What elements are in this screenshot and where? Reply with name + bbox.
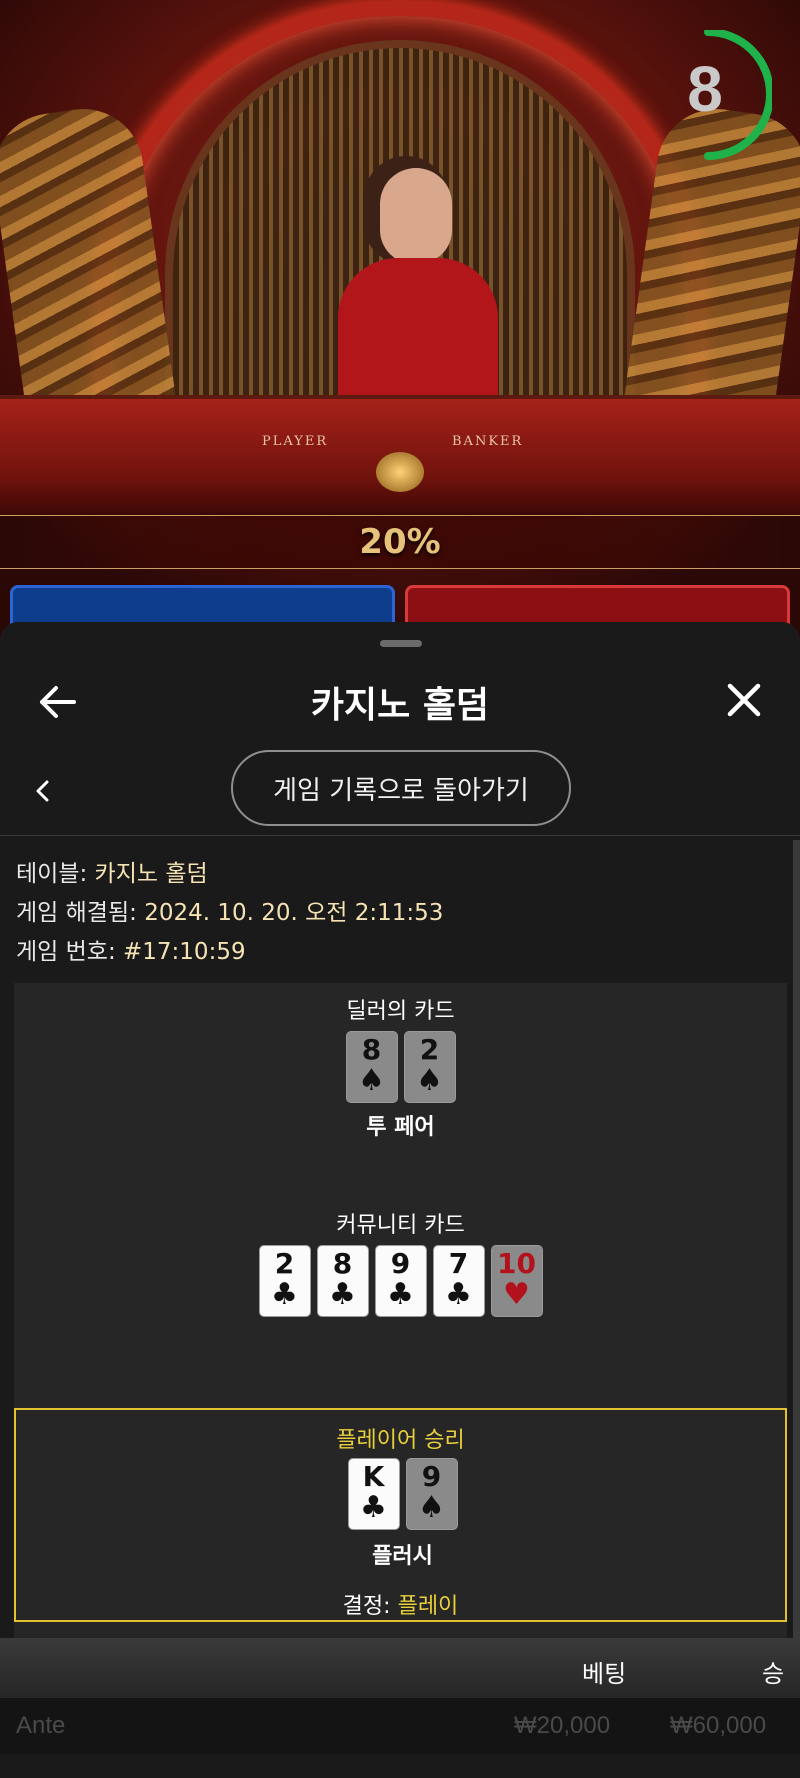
back-to-history-button[interactable]: 게임 기록으로 돌아가기 (231, 750, 571, 826)
game-history-sheet: 카지노 홀덤 게임 기록으로 돌아가기 테이블: 카지노 홀덤 게임 해결됨: … (0, 622, 800, 1778)
table-value: 카지노 홀덤 (94, 861, 208, 887)
playing-card: 9 ♣ (374, 1245, 427, 1317)
table-label: 테이블: (16, 861, 88, 887)
dealer-cards-title: 딜러의 카드 (346, 999, 455, 1024)
card-suit-icon: ♣ (271, 1277, 298, 1312)
sheet-header: 카지노 홀덤 (0, 662, 800, 742)
dealer-head (380, 168, 452, 264)
card-suit-icon: ♠ (416, 1063, 443, 1098)
multiplier-value: 20% (359, 522, 441, 562)
playing-card: 2 ♠ (403, 1031, 456, 1103)
felt-label-player: PLAYER (262, 434, 329, 449)
game-number-value: #17:10:59 (123, 939, 246, 965)
win-column-header: 승 (762, 1660, 785, 1688)
resolved-value: 2024. 10. 20. 오전 2:11:53 (144, 900, 444, 926)
card-suit-icon: ♣ (360, 1490, 387, 1525)
card-rank: 8 (332, 1247, 353, 1280)
bets-table-header: 베팅 승 (0, 1638, 800, 1698)
card-suit-icon: ♣ (387, 1277, 414, 1312)
chevron-left-icon[interactable] (28, 776, 58, 806)
bet-name: Ante (16, 1712, 66, 1739)
playing-card: 8 ♠ (345, 1031, 398, 1103)
playing-card: 2 ♣ (258, 1245, 311, 1317)
live-video-stream: PLAYER BANKER 20% 8 (0, 0, 800, 640)
dealer-hand-label: 투 페어 (366, 1115, 435, 1140)
decision-label: 결정: (342, 1594, 391, 1619)
table-row: Ante ₩20,000 ₩60,000 (0, 1698, 800, 1754)
win-amount: ₩60,000 (670, 1712, 767, 1739)
playing-card: 7 ♣ (432, 1245, 485, 1317)
timer-value: 8 (687, 53, 723, 125)
playing-card: 9 ♠ (405, 1458, 458, 1530)
card-suit-icon: ♠ (418, 1490, 445, 1525)
bet-amount: ₩20,000 (514, 1712, 611, 1739)
card-suit-icon: ♣ (329, 1277, 356, 1312)
card-suit-icon: ♥ (503, 1277, 530, 1312)
page-title: 카지노 홀덤 (310, 685, 490, 726)
game-number-info: 게임 번호: #17:10:59 (16, 932, 246, 966)
round-result-panel: 딜러의 카드 8 ♠ 2 ♠ 투 페어 커뮤니티 카드 2 ♣ 8 ♣ 9 ♣ 7 ♣ 10 ♥ 플레이… (14, 983, 787, 1693)
decision-row: 결정: 플레이 (16, 1588, 785, 1620)
resolved-info: 게임 해결됨: 2024. 10. 20. 오전 2:11:53 (16, 893, 443, 927)
decision-value: 플레이 (397, 1594, 459, 1619)
card-rank: 2 (274, 1247, 295, 1280)
table-ornament (376, 452, 424, 492)
player-cards: K ♣ 9 ♠ (16, 1458, 789, 1530)
player-hand-label: 플러시 (372, 1544, 433, 1569)
resolved-label: 게임 해결됨: (16, 900, 137, 926)
card-suit-icon: ♠ (358, 1063, 385, 1098)
multiplier-banner: 20% (0, 515, 800, 569)
bet-column-header: 베팅 (582, 1660, 627, 1688)
scrollbar[interactable] (793, 840, 800, 1700)
table-info: 테이블: 카지노 홀덤 (16, 854, 208, 888)
card-rank: 7 (448, 1247, 469, 1280)
card-rank: 10 (497, 1247, 536, 1280)
game-number-label: 게임 번호: (16, 939, 116, 965)
community-cards-title: 커뮤니티 카드 (336, 1213, 465, 1238)
felt-label-banker: BANKER (452, 434, 524, 449)
card-rank: 9 (421, 1460, 442, 1493)
card-rank: K (362, 1460, 385, 1493)
card-suit-icon: ♣ (445, 1277, 472, 1312)
card-rank: 8 (361, 1033, 382, 1066)
community-cards: 2 ♣ 8 ♣ 9 ♣ 7 ♣ 10 ♥ (14, 1245, 787, 1317)
card-rank: 9 (390, 1247, 411, 1280)
playing-card: 10 ♥ (490, 1245, 543, 1317)
playing-card: K ♣ (347, 1458, 400, 1530)
player-result-box: 플레이어 승리 K ♣ 9 ♠ 플러시 결정: 플레이 (14, 1408, 787, 1622)
countdown-timer: 8 (668, 28, 774, 162)
player-win-title: 플레이어 승리 (336, 1428, 465, 1453)
dealer-cards: 8 ♠ 2 ♠ (14, 1031, 787, 1103)
card-rank: 2 (419, 1033, 440, 1066)
drag-handle[interactable] (380, 640, 422, 647)
close-icon[interactable] (722, 678, 766, 722)
dealer (338, 258, 498, 408)
playing-card: 8 ♣ (316, 1245, 369, 1317)
